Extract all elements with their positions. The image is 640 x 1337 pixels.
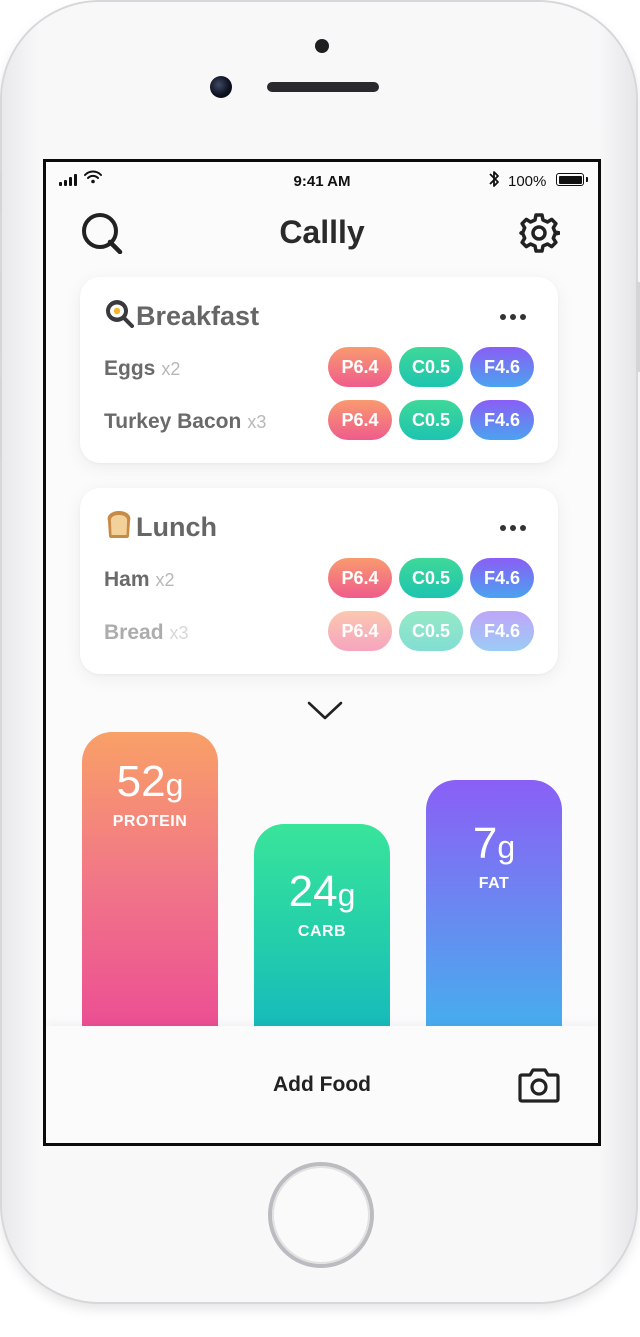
carb-bar[interactable]: 24g CARB	[254, 824, 390, 1026]
add-food-button[interactable]: Add Food	[46, 1073, 598, 1097]
bar-value: 24g	[254, 868, 390, 919]
front-camera	[210, 76, 232, 98]
phone-frame: 9:41 AM 100% Callly Breakfast Eggs x2 P6…	[0, 2, 640, 1302]
mute-switch	[0, 172, 2, 214]
bar-value: 7g	[426, 820, 562, 871]
macro-bars: 52g PROTEIN 24g CARB 7g FAT	[46, 162, 598, 1026]
volume-up-button	[0, 272, 2, 354]
protein-unit: g	[165, 767, 184, 803]
home-button[interactable]	[272, 1166, 370, 1264]
carb-value: 24	[288, 867, 338, 916]
fat-label: FAT	[478, 875, 510, 892]
earpiece-speaker	[267, 82, 379, 92]
bar-value: 52g	[82, 758, 218, 809]
volume-down-button	[0, 377, 2, 459]
power-button	[636, 282, 640, 372]
proximity-sensor	[315, 39, 329, 53]
protein-value: 52	[116, 757, 166, 806]
camera-icon[interactable]	[518, 1066, 560, 1104]
protein-bar[interactable]: 52g PROTEIN	[82, 732, 218, 1026]
fat-value: 7	[472, 819, 498, 868]
fat-bar[interactable]: 7g FAT	[426, 780, 562, 1026]
bottom-bar: Add Food	[46, 1026, 598, 1143]
carb-label: CARB	[297, 923, 347, 940]
carb-unit: g	[337, 877, 356, 913]
protein-label: PROTEIN	[112, 813, 188, 830]
app-screen: 9:41 AM 100% Callly Breakfast Eggs x2 P6…	[43, 159, 601, 1146]
fat-unit: g	[497, 829, 516, 865]
